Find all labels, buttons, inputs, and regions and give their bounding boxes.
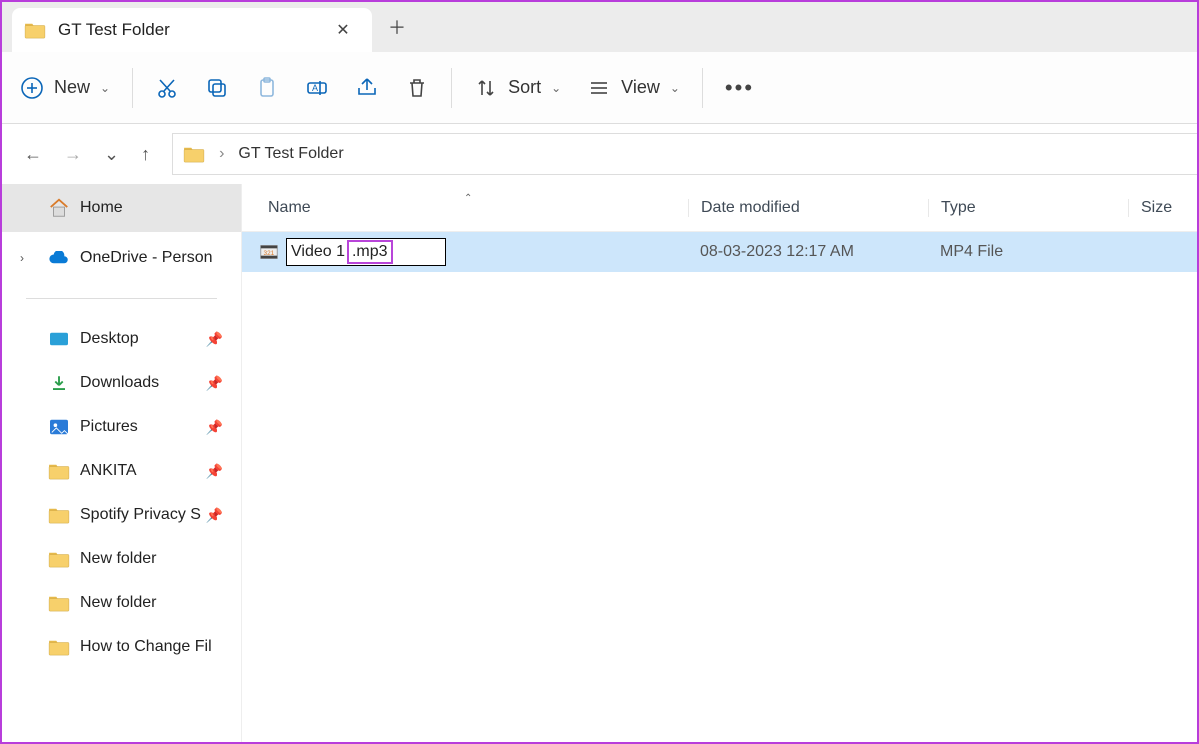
pin-icon: 📌 [206, 463, 223, 480]
desktop-icon [48, 330, 70, 348]
new-label: New [54, 77, 90, 98]
pin-icon: 📌 [206, 331, 223, 348]
paste-icon[interactable] [255, 76, 279, 100]
rename-base-text: Video 1 [289, 243, 347, 261]
title-bar: GT Test Folder ✕ ＋ [2, 2, 1197, 52]
file-row[interactable]: 321 Video 1.mp3 08-03-2023 12:17 AM MP4 … [242, 232, 1197, 272]
sort-button[interactable]: Sort ⌄ [474, 76, 561, 100]
up-button[interactable]: ↑ [141, 144, 150, 165]
address-bar[interactable]: › GT Test Folder [172, 133, 1197, 175]
folder-icon [48, 462, 70, 480]
column-type[interactable]: Type [928, 199, 1128, 217]
cut-icon[interactable] [155, 76, 179, 100]
sidebar-divider [26, 298, 217, 299]
sidebar: Home › OneDrive - Person Desktop 📌 Downl… [2, 184, 242, 742]
folder-icon [48, 506, 70, 524]
forward-button[interactable]: → [64, 144, 82, 165]
expand-icon[interactable]: › [20, 251, 24, 265]
sidebar-item-ankita[interactable]: ANKITA 📌 [2, 449, 241, 493]
new-tab-button[interactable]: ＋ [372, 2, 422, 52]
pin-icon: 📌 [206, 375, 223, 392]
sidebar-home[interactable]: Home [2, 184, 241, 232]
column-name[interactable]: Name ⌃ [268, 199, 688, 217]
home-icon [48, 197, 70, 219]
rename-input[interactable]: Video 1.mp3 [286, 238, 446, 266]
sidebar-item-pictures[interactable]: Pictures 📌 [2, 405, 241, 449]
pin-icon: 📌 [206, 419, 223, 436]
sidebar-item-label: New folder [80, 594, 156, 612]
sidebar-item-howto[interactable]: How to Change Fil [2, 625, 241, 669]
sidebar-onedrive[interactable]: › OneDrive - Person [2, 236, 241, 280]
sidebar-item-newfolder1[interactable]: New folder [2, 537, 241, 581]
sort-indicator-icon: ⌃ [464, 193, 472, 204]
column-headers: Name ⌃ Date modified Type Size [242, 184, 1197, 232]
navigation-row: ← → ⌄ ↑ › GT Test Folder [2, 124, 1197, 184]
sidebar-item-label: Spotify Privacy S [80, 506, 201, 524]
close-tab-button[interactable]: ✕ [328, 20, 358, 40]
tab-title: GT Test Folder [58, 20, 316, 40]
plus-circle-icon [20, 76, 44, 100]
copy-icon[interactable] [205, 76, 229, 100]
sidebar-item-downloads[interactable]: Downloads 📌 [2, 361, 241, 405]
view-button[interactable]: View ⌄ [587, 76, 680, 100]
sidebar-item-label: How to Change Fil [80, 638, 212, 656]
svg-text:A: A [312, 83, 318, 93]
sort-label: Sort [508, 77, 541, 98]
view-list-icon [587, 76, 611, 100]
sidebar-item-label: Pictures [80, 418, 138, 436]
window-tab[interactable]: GT Test Folder ✕ [12, 8, 372, 52]
file-list: Name ⌃ Date modified Type Size 321 Video… [242, 184, 1197, 742]
chevron-down-icon: ⌄ [670, 81, 680, 95]
folder-icon [24, 21, 46, 39]
column-date[interactable]: Date modified [688, 199, 928, 217]
sidebar-home-label: Home [80, 199, 123, 217]
breadcrumb-separator: › [215, 145, 228, 163]
separator [451, 68, 452, 108]
sidebar-item-label: Downloads [80, 374, 159, 392]
rename-icon[interactable]: A [305, 76, 329, 100]
sidebar-item-label: ANKITA [80, 462, 137, 480]
new-button[interactable]: New ⌄ [20, 76, 110, 100]
separator [702, 68, 703, 108]
view-label: View [621, 77, 660, 98]
sidebar-item-desktop[interactable]: Desktop 📌 [2, 317, 241, 361]
folder-icon [48, 594, 70, 612]
rename-padding [393, 240, 443, 264]
share-icon[interactable] [355, 76, 379, 100]
sidebar-onedrive-label: OneDrive - Person [80, 249, 213, 267]
file-type: MP4 File [928, 243, 1128, 261]
download-icon [48, 374, 70, 392]
sidebar-item-label: Desktop [80, 330, 139, 348]
chevron-down-icon: ⌄ [100, 81, 110, 95]
sidebar-item-label: New folder [80, 550, 156, 568]
sort-icon [474, 76, 498, 100]
more-button[interactable]: ••• [725, 75, 754, 101]
folder-icon [183, 145, 205, 163]
folder-icon [48, 550, 70, 568]
svg-text:321: 321 [264, 250, 275, 257]
chevron-down-icon: ⌄ [551, 81, 561, 95]
pin-icon: 📌 [206, 507, 223, 524]
delete-icon[interactable] [405, 76, 429, 100]
sidebar-item-newfolder2[interactable]: New folder [2, 581, 241, 625]
video-file-icon: 321 [258, 241, 280, 263]
pictures-icon [48, 418, 70, 436]
toolbar: New ⌄ A Sort ⌄ View ⌄ ••• [2, 52, 1197, 124]
cloud-icon [48, 251, 70, 265]
folder-icon [48, 638, 70, 656]
breadcrumb-folder[interactable]: GT Test Folder [238, 145, 343, 163]
back-button[interactable]: ← [24, 144, 42, 165]
separator [132, 68, 133, 108]
file-date: 08-03-2023 12:17 AM [688, 243, 928, 261]
sidebar-item-spotify[interactable]: Spotify Privacy S 📌 [2, 493, 241, 537]
column-size[interactable]: Size [1128, 199, 1197, 217]
recent-button[interactable]: ⌄ [104, 144, 119, 165]
rename-ext-selection: .mp3 [347, 240, 393, 264]
